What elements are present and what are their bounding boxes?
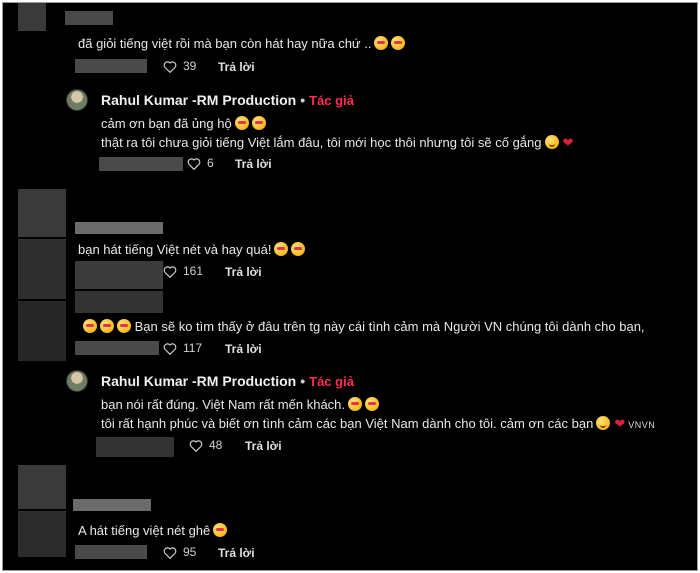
smiling-face-icon [596, 416, 611, 430]
like-button[interactable]: 6 [187, 156, 214, 170]
reply-text-line1: bạn nói rất đúng. Việt Nam rất mến khách… [101, 397, 380, 412]
blurred-image [18, 301, 66, 361]
author-badge: Tác giả [309, 374, 354, 389]
blurred-avatar [18, 189, 66, 237]
comment-text: Bạn sẽ ko tìm thấy ở đâu trên tg này cái… [80, 319, 645, 334]
blurred-avatar [18, 3, 46, 31]
heart-eyes-emoji-icon [365, 397, 380, 411]
heart-eyes-emoji-icon [83, 319, 97, 333]
blurred-timestamp [75, 545, 147, 559]
heart-eyes-emoji-icon [251, 116, 266, 130]
blurred-timestamp [75, 59, 147, 73]
blurred-timestamp [96, 437, 174, 457]
reply-text-line2: thật ra tôi chưa giỏi tiếng Việt lắm đâu… [101, 135, 574, 150]
author-avatar[interactable] [66, 370, 88, 392]
reply-button[interactable]: Trả lời [245, 439, 282, 453]
author-name-row: Rahul Kumar -RM Production • Tác giả [101, 92, 354, 108]
comments-panel: đã giỏi tiếng việt rồi mà bạn còn hát ha… [2, 2, 698, 571]
like-button[interactable]: 161 [163, 264, 203, 278]
heart-eyes-emoji-icon [348, 397, 363, 411]
like-button[interactable]: 117 [163, 341, 202, 355]
suffix-text: VNVN [628, 420, 656, 430]
comment-text: bạn hát tiếng Việt nét và hay quá! [78, 242, 306, 257]
like-button[interactable]: 95 [163, 545, 196, 559]
author-name[interactable]: Rahul Kumar -RM Production [101, 92, 296, 108]
reply-button[interactable]: Trả lời [235, 157, 272, 171]
reply-button[interactable]: Trả lời [218, 60, 255, 74]
heart-eyes-emoji-icon [291, 242, 306, 256]
heart-eyes-emoji-icon [117, 319, 131, 333]
heart-eyes-emoji-icon [100, 319, 114, 333]
reply-button[interactable]: Trả lời [225, 342, 262, 356]
heart-outline-icon [163, 546, 177, 559]
heart-outline-icon [163, 265, 177, 278]
reply-text-line1: cảm ơn bạn đã ủng hộ [101, 116, 266, 131]
heart-outline-icon [189, 439, 203, 452]
comment-text: A hát tiếng việt nét ghê [78, 523, 228, 538]
like-button[interactable]: 48 [189, 438, 222, 452]
author-avatar[interactable] [66, 89, 88, 111]
blurred-timestamp [99, 157, 183, 171]
author-name-row: Rahul Kumar -RM Production • Tác giả [101, 373, 354, 389]
like-button[interactable]: 39 [163, 59, 196, 73]
like-count: 117 [183, 341, 203, 355]
heart-eyes-emoji-icon [234, 116, 249, 130]
blurred-timestamp [75, 341, 159, 355]
like-count: 95 [183, 545, 197, 559]
blurred-username [73, 499, 151, 511]
reply-button[interactable]: Trả lời [225, 265, 262, 279]
author-badge: Tác giả [309, 93, 354, 108]
blurred-username [75, 291, 163, 313]
author-name[interactable]: Rahul Kumar -RM Production [101, 373, 296, 389]
heart-eyes-emoji-icon [274, 242, 289, 256]
red-heart-icon: ❤ [614, 416, 626, 431]
reply-button[interactable]: Trả lời [218, 546, 255, 560]
like-count: 48 [209, 438, 223, 452]
heart-outline-icon [187, 157, 201, 170]
heart-eyes-emoji-icon [374, 36, 389, 50]
comment-text: đã giỏi tiếng việt rồi mà bạn còn hát ha… [78, 36, 406, 51]
heart-eyes-emoji-icon [213, 523, 228, 537]
blurred-username [75, 222, 163, 234]
blurred-username [65, 11, 113, 25]
blurred-image [18, 239, 66, 299]
blurred-image [18, 511, 66, 557]
like-count: 6 [207, 156, 214, 170]
like-count: 39 [183, 59, 197, 73]
blurred-avatar [18, 465, 66, 509]
heart-outline-icon [163, 60, 177, 73]
smiling-face-icon [544, 135, 559, 149]
heart-outline-icon [163, 342, 177, 355]
red-heart-icon: ❤ [562, 135, 574, 150]
like-count: 161 [183, 264, 204, 278]
reply-text-line2: tôi rất hạnh phúc và biết ơn tình cảm cá… [101, 416, 656, 431]
blurred-timestamp [75, 261, 163, 289]
heart-eyes-emoji-icon [391, 36, 406, 50]
